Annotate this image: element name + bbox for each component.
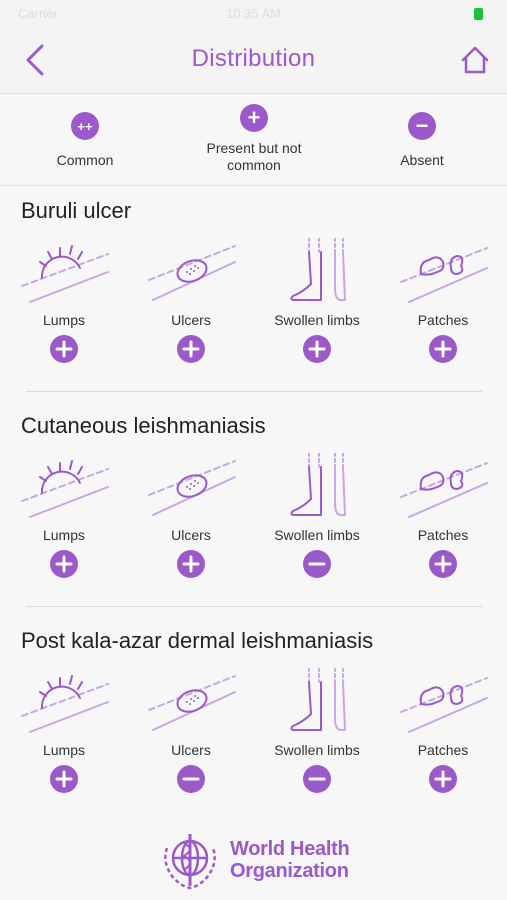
symptom-patches: Patches bbox=[388, 238, 498, 373]
patches-icon bbox=[400, 462, 488, 518]
swollen-limbs-icon bbox=[290, 238, 346, 301]
status-toggle-button[interactable] bbox=[303, 765, 331, 793]
lumps-icon bbox=[21, 245, 109, 303]
symptom-label: Lumps bbox=[42, 527, 86, 543]
symptom-swollen-limbs: Swollen limbs bbox=[262, 453, 372, 588]
symptom-label: Lumps bbox=[42, 312, 86, 328]
symptom-label: Swollen limbs bbox=[274, 312, 360, 328]
disease-section: Cutaneous leishmaniasis Lumps Ulcers Swo… bbox=[0, 401, 507, 616]
legend: ++ Common + Present but not common − Abs… bbox=[0, 94, 507, 186]
legend-absent: − Absent bbox=[337, 104, 507, 169]
home-icon bbox=[461, 46, 489, 74]
plus-icon bbox=[55, 555, 73, 573]
legend-present: + Present but not common bbox=[169, 104, 339, 174]
common-icon: ++ bbox=[71, 112, 99, 140]
symptom-label: Patches bbox=[417, 742, 469, 758]
symptom-ulcers: Ulcers bbox=[136, 453, 246, 588]
status-toggle-button[interactable] bbox=[303, 550, 331, 578]
legend-absent-label: Absent bbox=[400, 152, 444, 168]
plus-icon bbox=[434, 555, 452, 573]
symptom-swollen-limbs: Swollen limbs bbox=[262, 668, 372, 803]
status-toggle-button[interactable] bbox=[177, 765, 205, 793]
divider bbox=[26, 391, 482, 392]
plus-icon bbox=[182, 340, 200, 358]
symptom-label: Swollen limbs bbox=[274, 742, 360, 758]
symptom-patches: Patches bbox=[388, 453, 498, 588]
plus-icon: + bbox=[240, 104, 268, 132]
plus-icon bbox=[434, 340, 452, 358]
disease-section: Buruli ulcer Lumps Ulcers Swollen limbs … bbox=[0, 186, 507, 401]
plus-icon bbox=[434, 770, 452, 788]
disease-section: Post kala-azar dermal leishmaniasis Lump… bbox=[0, 616, 507, 831]
symptom-label: Lumps bbox=[42, 742, 86, 758]
ulcers-icon bbox=[148, 675, 236, 731]
symptom-ulcers: Ulcers bbox=[136, 668, 246, 803]
section-title: Buruli ulcer bbox=[21, 198, 132, 223]
minus-icon bbox=[182, 777, 200, 781]
patches-icon bbox=[400, 247, 488, 303]
symptom-label: Swollen limbs bbox=[274, 527, 360, 543]
legend-present-label: Present but not common bbox=[206, 140, 302, 173]
who-emblem-icon bbox=[164, 834, 216, 890]
lumps-icon bbox=[21, 675, 109, 733]
swollen-limbs-icon bbox=[290, 668, 346, 731]
who-logo: World Health Organization bbox=[158, 828, 358, 892]
logo-text-line1: World Health bbox=[230, 838, 350, 860]
symptom-ulcers: Ulcers bbox=[136, 238, 246, 373]
status-toggle-button[interactable] bbox=[429, 550, 457, 578]
status-toggle-button[interactable] bbox=[303, 335, 331, 363]
status-toggle-button[interactable] bbox=[50, 335, 78, 363]
home-button[interactable] bbox=[455, 42, 495, 80]
page-title: Distribution bbox=[191, 45, 316, 72]
symptom-swollen-limbs: Swollen limbs bbox=[262, 238, 372, 373]
ulcers-icon bbox=[148, 245, 236, 301]
divider bbox=[26, 606, 482, 607]
minus-icon bbox=[308, 562, 326, 566]
symptom-label: Patches bbox=[417, 312, 469, 328]
status-bar: Carrier 10:35 AM bbox=[0, 0, 507, 28]
logo-text-line2: Organization bbox=[230, 860, 349, 882]
status-toggle-button[interactable] bbox=[50, 550, 78, 578]
minus-icon: − bbox=[408, 112, 436, 140]
patches-icon bbox=[400, 677, 488, 733]
ulcers-icon bbox=[148, 460, 236, 516]
plus-icon bbox=[55, 770, 73, 788]
nav-header: Distribution bbox=[0, 28, 507, 94]
symptom-lumps: Lumps bbox=[9, 238, 119, 373]
symptom-label: Ulcers bbox=[171, 742, 211, 758]
swollen-limbs-icon bbox=[290, 453, 346, 516]
section-title: Cutaneous leishmaniasis bbox=[21, 413, 266, 438]
status-toggle-button[interactable] bbox=[177, 335, 205, 363]
symptom-patches: Patches bbox=[388, 668, 498, 803]
plus-icon bbox=[182, 555, 200, 573]
status-time: 10:35 AM bbox=[226, 6, 281, 21]
legend-common-label: Common bbox=[56, 152, 114, 168]
status-toggle-button[interactable] bbox=[50, 765, 78, 793]
symptom-label: Ulcers bbox=[171, 312, 211, 328]
legend-common: ++ Common bbox=[0, 104, 170, 169]
section-title: Post kala-azar dermal leishmaniasis bbox=[21, 628, 374, 653]
symptom-label: Patches bbox=[417, 527, 469, 543]
symptom-lumps: Lumps bbox=[9, 668, 119, 803]
battery-icon bbox=[474, 8, 483, 20]
status-toggle-button[interactable] bbox=[177, 550, 205, 578]
status-toggle-button[interactable] bbox=[429, 765, 457, 793]
plus-icon bbox=[308, 340, 326, 358]
minus-icon bbox=[308, 777, 326, 781]
symptom-label: Ulcers bbox=[171, 527, 211, 543]
symptom-lumps: Lumps bbox=[9, 453, 119, 588]
plus-icon bbox=[55, 340, 73, 358]
status-toggle-button[interactable] bbox=[429, 335, 457, 363]
lumps-icon bbox=[21, 460, 109, 518]
